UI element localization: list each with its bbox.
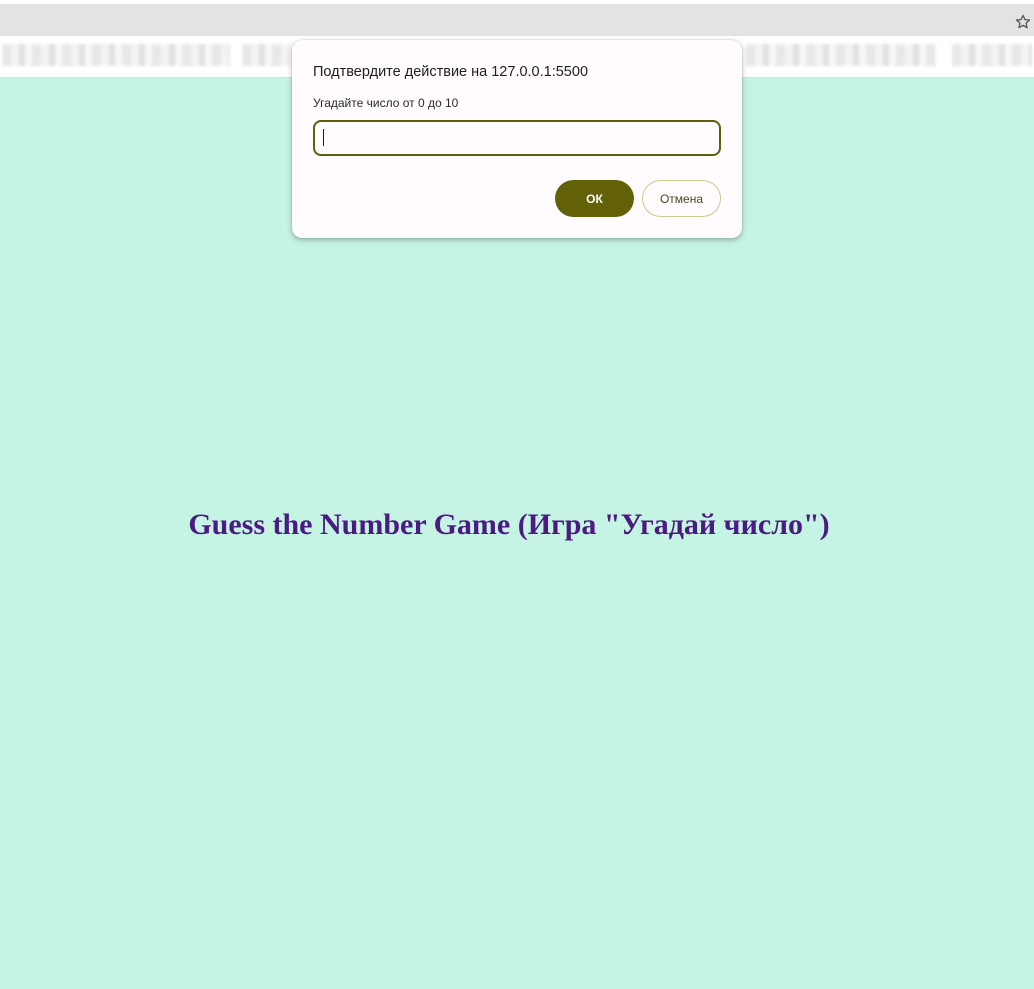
- bookmark-item[interactable]: [746, 44, 936, 66]
- ok-button[interactable]: ОК: [555, 180, 634, 217]
- bookmark-item[interactable]: [952, 44, 1032, 66]
- prompt-input[interactable]: [313, 120, 721, 156]
- address-bar[interactable]: [0, 4, 1034, 36]
- star-outline-icon[interactable]: [1014, 13, 1032, 31]
- cancel-button[interactable]: Отмена: [642, 180, 721, 217]
- text-caret: [323, 129, 324, 146]
- bookmark-item[interactable]: [242, 44, 290, 66]
- bookmark-item[interactable]: [2, 44, 230, 66]
- dialog-message: Угадайте число от 0 до 10: [313, 96, 459, 110]
- page-title: Guess the Number Game (Игра "Угадай числ…: [188, 508, 830, 541]
- dialog-title: Подтвердите действие на 127.0.0.1:5500: [313, 64, 589, 80]
- prompt-dialog: Подтвердите действие на 127.0.0.1:5500 У…: [292, 40, 742, 238]
